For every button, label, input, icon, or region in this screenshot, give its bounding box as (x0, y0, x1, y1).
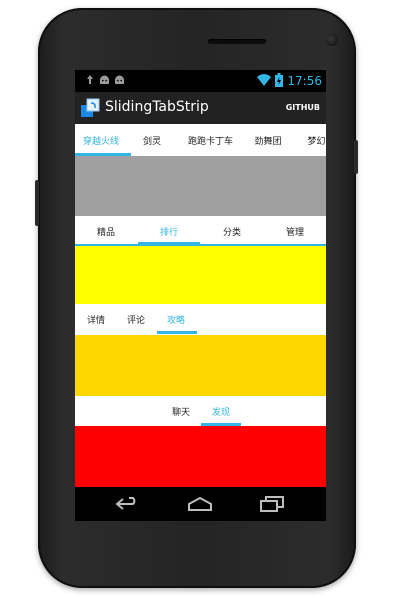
tab-manage[interactable]: 管理 (264, 216, 326, 246)
tab-strip-details: 详情 评论 攻略 (75, 304, 326, 335)
tab-featured[interactable]: 精品 (75, 216, 137, 246)
android-icon (100, 75, 109, 84)
tab-strip-games: 穿越火线 剑灵 跑跑卡丁车 劲舞团 梦幻西 (75, 124, 326, 156)
recent-apps-icon[interactable] (259, 495, 285, 513)
tab-game-1[interactable]: 穿越火线 (79, 124, 123, 156)
content-panel-gray (75, 156, 326, 216)
content-panel-gold (75, 335, 326, 396)
front-camera (326, 34, 338, 46)
tab-discover[interactable]: 发现 (203, 396, 239, 426)
back-icon[interactable] (115, 495, 141, 513)
android-icon (115, 75, 124, 84)
tab-comments[interactable]: 评论 (119, 304, 153, 335)
tab-game-3[interactable]: 跑跑卡丁车 (183, 124, 238, 156)
home-icon[interactable] (187, 495, 213, 513)
status-bar: 17:56 (75, 70, 326, 92)
speaker-grille (208, 39, 266, 44)
app-title: SlidingTabStrip (105, 99, 209, 115)
tab-categories[interactable]: 分类 (201, 216, 263, 246)
content-panel-yellow (75, 246, 326, 304)
tab-game-2[interactable]: 剑灵 (138, 124, 166, 156)
tab-strip-social: 聊天 发现 (75, 396, 326, 426)
tab-chat[interactable]: 聊天 (163, 396, 199, 426)
content-panel-red (75, 426, 326, 487)
screen: 17:56 SlidingTabStrip GITHUB 穿越火线 剑灵 跑跑卡… (75, 70, 326, 487)
tab-game-4[interactable]: 劲舞团 (249, 124, 287, 156)
power-button[interactable] (354, 140, 358, 174)
action-bar: SlidingTabStrip GITHUB (75, 92, 326, 124)
battery-charging-icon (275, 73, 283, 87)
navigation-bar (75, 487, 326, 521)
github-action-button[interactable]: GITHUB (286, 103, 320, 112)
tab-game-5[interactable]: 梦幻西 (301, 124, 326, 156)
tab-indicator (157, 331, 197, 334)
status-clock: 17:56 (287, 74, 322, 88)
tab-strip-store: 精品 排行 分类 管理 (75, 216, 326, 246)
volume-button[interactable] (35, 180, 39, 226)
app-logo-icon[interactable] (80, 98, 100, 118)
usb-debugging-icon (87, 75, 93, 84)
wifi-icon (257, 74, 271, 86)
tab-details[interactable]: 详情 (79, 304, 113, 335)
